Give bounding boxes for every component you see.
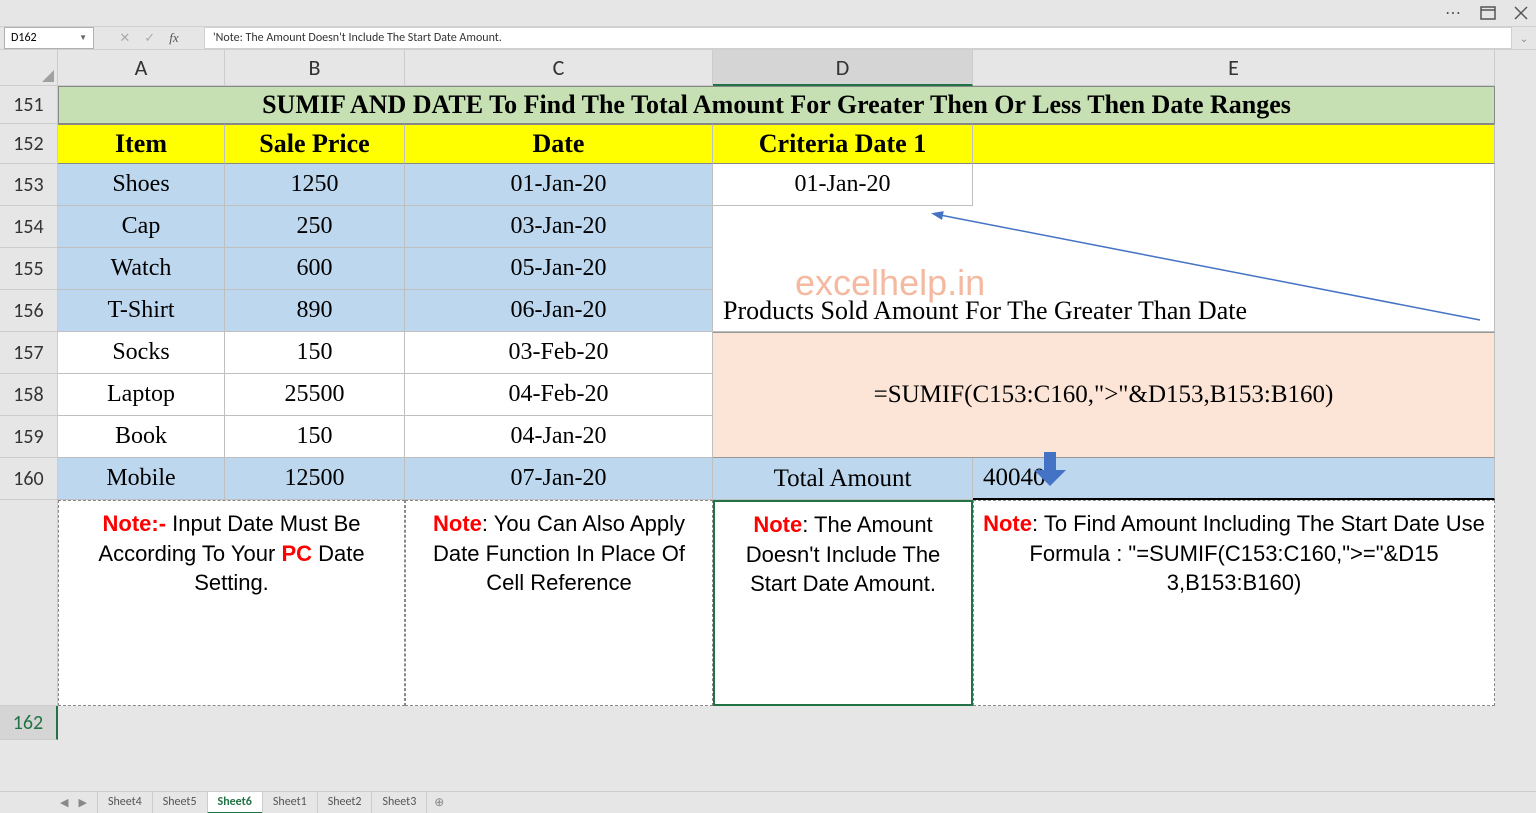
cell-price[interactable]: 12500 — [225, 458, 405, 500]
cell-item[interactable]: Mobile — [58, 458, 225, 500]
cell-item[interactable]: Laptop — [58, 374, 225, 416]
cell-date[interactable]: 03-Feb-20 — [405, 332, 713, 374]
cell-item[interactable]: T-Shirt — [58, 290, 225, 332]
chevron-down-icon[interactable]: ▼ — [79, 33, 87, 43]
row-header[interactable]: 158 — [0, 374, 58, 416]
cancel-icon[interactable]: ✕ — [119, 31, 130, 46]
more-icon[interactable]: ⋯ — [1445, 3, 1462, 23]
col-header-A[interactable]: A — [58, 50, 225, 86]
cell-price[interactable]: 600 — [225, 248, 405, 290]
note-label: Note:- — [103, 511, 167, 536]
cell-item[interactable]: Cap — [58, 206, 225, 248]
header-crit[interactable]: Criteria Date 1 — [713, 124, 973, 164]
header-empty[interactable] — [973, 124, 1495, 164]
row-header[interactable]: 156 — [0, 290, 58, 332]
note-label: Note — [753, 512, 802, 537]
name-box[interactable]: D162 ▼ — [4, 27, 94, 49]
cell-price[interactable]: 890 — [225, 290, 405, 332]
row-header[interactable]: 157 — [0, 332, 58, 374]
window-titlebar: ⋯ — [0, 0, 1536, 26]
row-header[interactable]: 154 — [0, 206, 58, 248]
criteria-date-cell[interactable]: 01-Jan-20 — [713, 164, 973, 206]
cell-date[interactable]: 07-Jan-20 — [405, 458, 713, 500]
note-2[interactable]: Note: You Can Also Apply Date Function I… — [405, 500, 713, 706]
note-1[interactable]: Note:- Input Date Must Be According To Y… — [58, 500, 405, 706]
cell-date[interactable]: 05-Jan-20 — [405, 248, 713, 290]
cell-date[interactable]: 04-Feb-20 — [405, 374, 713, 416]
cell[interactable] — [713, 332, 1495, 374]
cell-date[interactable]: 04-Jan-20 — [405, 416, 713, 458]
add-sheet-icon[interactable]: ⊕ — [426, 792, 452, 813]
header-date[interactable]: Date — [405, 124, 713, 164]
cell-date[interactable]: 03-Jan-20 — [405, 206, 713, 248]
cell[interactable] — [713, 206, 1495, 248]
cell-price[interactable]: 25500 — [225, 374, 405, 416]
cell-date[interactable]: 01-Jan-20 — [405, 164, 713, 206]
formula-bar[interactable]: 'Note: The Amount Doesn't Include The St… — [204, 27, 1512, 49]
cell[interactable] — [973, 164, 1495, 206]
sheet-tab[interactable]: Sheet3 — [371, 791, 427, 813]
header-item[interactable]: Item — [58, 124, 225, 164]
cell[interactable] — [713, 416, 1495, 458]
cell-item[interactable]: Watch — [58, 248, 225, 290]
select-all-corner[interactable] — [0, 50, 58, 86]
row-header[interactable]: 160 — [0, 458, 58, 500]
sheet-tab[interactable]: Sheet6 — [207, 791, 263, 813]
total-value-cell[interactable]: 40040 — [973, 458, 1495, 500]
sheet-tab[interactable]: Sheet5 — [152, 791, 208, 813]
close-icon[interactable] — [1514, 6, 1528, 20]
sheet-tab[interactable]: Sheet1 — [262, 791, 318, 813]
tab-nav-next-icon[interactable]: ▶ — [78, 796, 86, 809]
cell[interactable] — [713, 248, 1495, 290]
row-header[interactable]: 153 — [0, 164, 58, 206]
note-4[interactable]: Note: To Find Amount Including The Start… — [973, 500, 1495, 706]
col-header-C[interactable]: C — [405, 50, 713, 86]
name-box-value: D162 — [11, 31, 37, 45]
fx-icon[interactable]: fx — [169, 30, 178, 46]
cell-price[interactable]: 250 — [225, 206, 405, 248]
cell-item[interactable]: Socks — [58, 332, 225, 374]
column-headers: A B C D E — [0, 50, 1536, 86]
row-header[interactable]: 159 — [0, 416, 58, 458]
formula-bar-text: 'Note: The Amount Doesn't Include The St… — [213, 31, 502, 45]
tab-nav-prev-icon[interactable]: ◀ — [60, 796, 68, 809]
subtitle-cell[interactable]: Products Sold Amount For The Greater Tha… — [713, 290, 1495, 332]
enter-icon[interactable]: ✓ — [144, 31, 155, 46]
col-header-D[interactable]: D — [713, 50, 973, 86]
row-header[interactable]: 155 — [0, 248, 58, 290]
formula-bar-buttons: ✕ ✓ fx — [94, 30, 204, 46]
ribbon-display-icon[interactable] — [1480, 6, 1496, 20]
sheet-tab[interactable]: Sheet2 — [317, 791, 373, 813]
cell-item[interactable]: Shoes — [58, 164, 225, 206]
cell-price[interactable]: 150 — [225, 416, 405, 458]
cell-item[interactable]: Book — [58, 416, 225, 458]
cell-price[interactable]: 1250 — [225, 164, 405, 206]
col-header-E[interactable]: E — [973, 50, 1495, 86]
sheet-tab[interactable]: Sheet4 — [97, 791, 153, 813]
cell-date[interactable]: 06-Jan-20 — [405, 290, 713, 332]
row-header[interactable]: 162 — [0, 706, 58, 740]
row-header[interactable]: 151 — [0, 86, 58, 124]
cell-price[interactable]: 150 — [225, 332, 405, 374]
total-label-cell[interactable]: Total Amount — [713, 458, 973, 500]
col-header-B[interactable]: B — [225, 50, 405, 86]
sheet-tab-strip: ◀ ▶ Sheet4Sheet5Sheet6Sheet1Sheet2Sheet3… — [0, 791, 1536, 813]
row-header[interactable] — [0, 500, 58, 706]
expand-formula-bar-icon[interactable]: ⌄ — [1512, 32, 1536, 45]
note-3-selected[interactable]: Note: The Amount Doesn't Include The Sta… — [713, 500, 973, 706]
title-cell[interactable]: SUMIF AND DATE To Find The Total Amount … — [58, 86, 1495, 124]
formula-display-cell[interactable]: =SUMIF(C153:C160,">"&D153,B153:B160) — [713, 374, 1495, 416]
header-price[interactable]: Sale Price — [225, 124, 405, 164]
row-header[interactable]: 152 — [0, 124, 58, 164]
note-label: Note — [983, 511, 1032, 536]
empty-area[interactable] — [58, 706, 1495, 740]
note-label: Note — [433, 511, 482, 536]
formula-bar-row: D162 ▼ ✕ ✓ fx 'Note: The Amount Doesn't … — [0, 26, 1536, 50]
